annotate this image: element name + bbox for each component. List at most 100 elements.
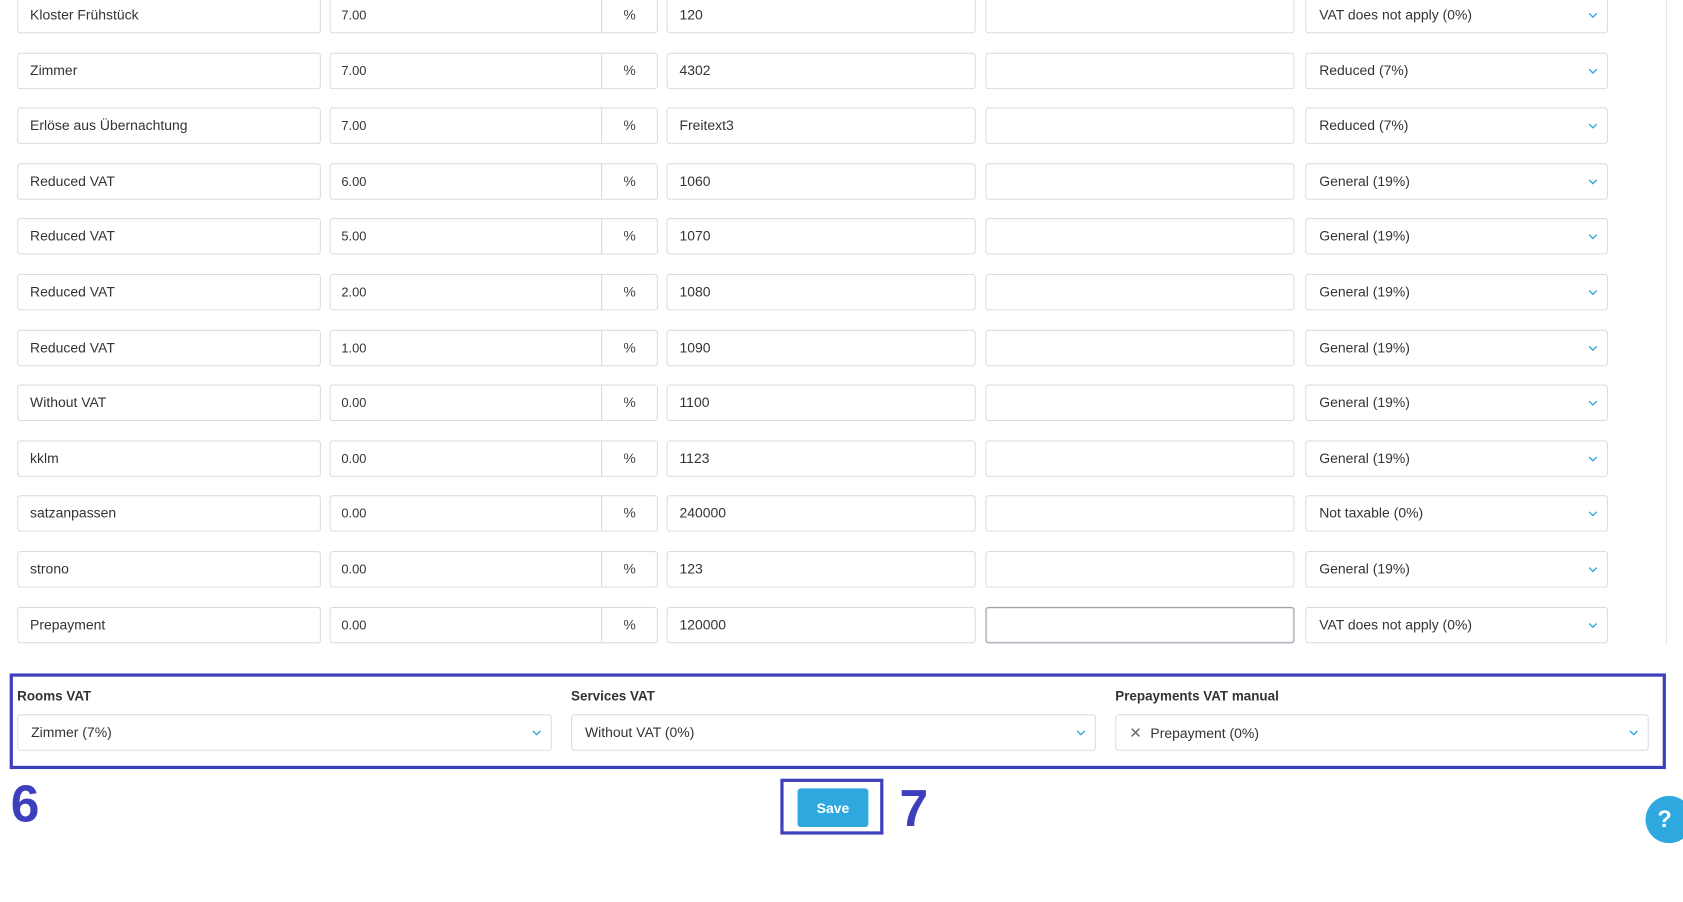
row-vat-select[interactable]: General (19%): [1305, 551, 1608, 588]
row-percent-addon: %: [601, 218, 658, 255]
chevron-down-icon: [1588, 10, 1599, 21]
row-account-input[interactable]: 1123: [666, 440, 976, 477]
row-extra-input[interactable]: [985, 384, 1295, 422]
row-extra-input[interactable]: [985, 329, 1295, 367]
row-account-input[interactable]: 1090: [666, 329, 976, 367]
row-account-input[interactable]: 1080: [666, 273, 976, 311]
row-extra-input[interactable]: [985, 551, 1295, 588]
vat-row: kklm 0.00% 1123 General (19%): [0, 440, 1664, 479]
row-name-input[interactable]: Reduced VAT: [17, 163, 321, 200]
row-vat-value: VAT does not apply (0%): [1319, 6, 1473, 23]
row-rate-input[interactable]: 7.00: [329, 52, 603, 90]
row-rate-input[interactable]: 2.00: [329, 273, 603, 311]
row-vat-select[interactable]: VAT does not apply (0%): [1305, 0, 1608, 34]
row-name-input[interactable]: Prepayment: [17, 606, 321, 644]
row-account-input[interactable]: 240000: [666, 495, 976, 532]
row-rate-input[interactable]: 0.00: [329, 440, 603, 477]
row-account-input[interactable]: 4302: [666, 52, 976, 90]
chevron-down-icon: [1588, 287, 1599, 298]
chevron-down-icon: [1588, 343, 1599, 354]
row-vat-select[interactable]: General (19%): [1305, 163, 1608, 200]
row-extra-input[interactable]: [985, 107, 1295, 144]
row-account-input[interactable]: 120: [666, 0, 976, 34]
row-rate-input[interactable]: 7.00: [329, 0, 603, 34]
row-name-input[interactable]: Without VAT: [17, 384, 321, 422]
rooms-vat-label: Rooms VAT: [17, 688, 92, 704]
row-name-input[interactable]: Kloster Frühstück: [17, 0, 321, 34]
services-vat-select[interactable]: Without VAT (0%): [571, 714, 1096, 751]
row-account-input[interactable]: 123: [666, 551, 976, 588]
row-name-input[interactable]: Erlöse aus Übernachtung: [17, 107, 321, 144]
vat-row: strono 0.00% 123 General (19%): [0, 551, 1664, 590]
row-rate-input[interactable]: 0.00: [329, 495, 603, 532]
chevron-down-icon: [1588, 453, 1599, 464]
row-vat-select[interactable]: General (19%): [1305, 218, 1608, 255]
row-vat-value: General (19%): [1319, 172, 1410, 190]
row-extra-input[interactable]: [985, 52, 1295, 90]
chevron-down-icon: [531, 727, 542, 738]
row-account-input[interactable]: 120000: [666, 606, 976, 644]
help-icon: ?: [1657, 805, 1672, 833]
services-vat-value: Without VAT (0%): [585, 723, 695, 741]
row-name-input[interactable]: Reduced VAT: [17, 218, 321, 255]
row-vat-value: General (19%): [1319, 339, 1410, 356]
row-extra-input[interactable]: [985, 273, 1295, 311]
row-account-input[interactable]: 1100: [666, 384, 976, 422]
row-name-input[interactable]: Zimmer: [17, 52, 321, 90]
row-rate-input[interactable]: 1.00: [329, 329, 603, 367]
row-percent-addon: %: [601, 384, 658, 422]
chevron-down-icon: [1588, 620, 1599, 631]
row-rate-input[interactable]: 0.00: [329, 551, 603, 588]
row-vat-select[interactable]: General (19%): [1305, 273, 1608, 311]
row-vat-select[interactable]: General (19%): [1305, 329, 1608, 367]
row-vat-select[interactable]: General (19%): [1305, 440, 1608, 477]
row-vat-value: Not taxable (0%): [1319, 504, 1424, 521]
row-name-input[interactable]: strono: [17, 551, 321, 588]
help-button[interactable]: ?: [1645, 795, 1683, 844]
row-extra-input[interactable]: [985, 495, 1295, 532]
row-extra-input[interactable]: [985, 0, 1295, 34]
close-icon[interactable]: ✕: [1129, 715, 1142, 749]
row-vat-value: General (19%): [1319, 450, 1410, 467]
row-rate-input[interactable]: 5.00: [329, 218, 603, 255]
vat-row: Reduced VAT 6.00% 1060 General (19%): [0, 163, 1664, 202]
row-percent-addon: %: [601, 52, 658, 90]
services-vat-label: Services VAT: [571, 688, 655, 704]
row-name-input[interactable]: satzanpassen: [17, 495, 321, 532]
row-extra-input[interactable]: [985, 606, 1295, 644]
row-vat-value: General (19%): [1319, 394, 1410, 411]
row-vat-select[interactable]: Not taxable (0%): [1305, 495, 1608, 532]
vat-row: Reduced VAT 2.00% 1080 General (19%): [0, 273, 1664, 313]
row-extra-input[interactable]: [985, 163, 1295, 200]
row-extra-input[interactable]: [985, 440, 1295, 477]
vat-row: Erlöse aus Übernachtung 7.00% Freitext3 Red…: [0, 107, 1664, 146]
row-extra-input[interactable]: [985, 218, 1295, 255]
save-button[interactable]: Save: [797, 788, 869, 828]
row-vat-select[interactable]: VAT does not apply (0%): [1305, 606, 1608, 644]
row-account-input[interactable]: 1070: [666, 218, 976, 255]
rooms-vat-value: Zimmer (7%): [31, 723, 112, 741]
vat-row: Reduced VAT 1.00% 1090 General (19%): [0, 329, 1664, 369]
row-vat-select[interactable]: Reduced (7%): [1305, 52, 1608, 90]
chevron-down-icon: [1628, 727, 1639, 738]
row-rate-input[interactable]: 0.00: [329, 606, 603, 644]
chevron-down-icon: [1588, 120, 1599, 131]
prepayments-vat-select[interactable]: ✕ Prepayment (0%): [1115, 714, 1649, 751]
row-rate-input[interactable]: 7.00: [329, 107, 603, 144]
row-name-input[interactable]: Reduced VAT: [17, 329, 321, 367]
chevron-down-icon: [1588, 176, 1599, 187]
row-vat-value: General (19%): [1319, 227, 1410, 244]
row-vat-select[interactable]: General (19%): [1305, 384, 1608, 422]
rooms-vat-select[interactable]: Zimmer (7%): [17, 714, 552, 751]
row-account-input[interactable]: Freitext3: [666, 107, 976, 144]
row-rate-input[interactable]: 6.00: [329, 163, 603, 200]
row-vat-value: VAT does not apply (0%): [1319, 616, 1473, 633]
row-name-input[interactable]: kklm: [17, 440, 321, 477]
row-percent-addon: %: [601, 329, 658, 367]
page-divider: [1665, 0, 1667, 645]
row-account-input[interactable]: 1060: [666, 163, 976, 200]
row-rate-input[interactable]: 0.00: [329, 384, 603, 422]
row-name-input[interactable]: Reduced VAT: [17, 273, 321, 311]
chevron-down-icon: [1588, 508, 1599, 519]
row-vat-select[interactable]: Reduced (7%): [1305, 107, 1608, 144]
